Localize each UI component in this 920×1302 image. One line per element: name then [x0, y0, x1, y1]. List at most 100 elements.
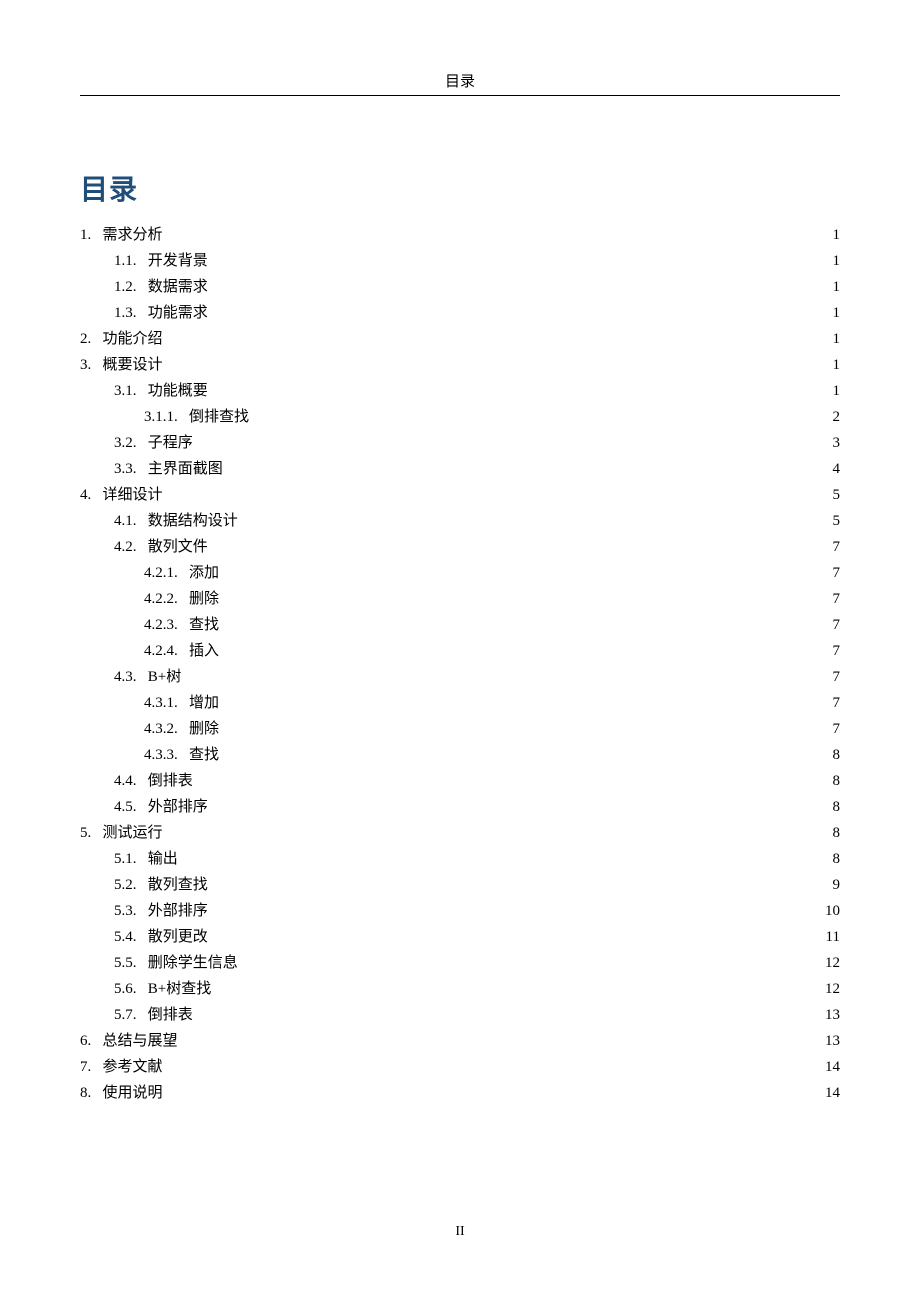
toc-entry-title: 外部排序	[148, 795, 208, 819]
toc-entry-title: 散列文件	[148, 535, 208, 559]
header-rule	[80, 95, 840, 96]
toc-entry-number: 4.3.2.	[80, 717, 189, 741]
toc-entry: 7. 参考文献14	[80, 1054, 840, 1080]
toc-entry: 3. 概要设计1	[80, 352, 840, 378]
toc-entry-number: 4.3.3.	[80, 743, 189, 767]
toc-entry: 4. 详细设计5	[80, 482, 840, 508]
toc-entry-title: 功能需求	[148, 301, 208, 325]
toc-entry-title: 开发背景	[148, 249, 208, 273]
toc-entry-page: 7	[816, 717, 840, 741]
toc-entry-page: 12	[816, 951, 840, 975]
toc-entry: 4.3. B+树7	[80, 664, 840, 690]
toc-entry-page: 1	[816, 379, 840, 403]
toc-entry: 1.3. 功能需求1	[80, 300, 840, 326]
toc-entry-page: 13	[816, 1029, 840, 1053]
toc-entry-title: 数据结构设计	[148, 509, 238, 533]
toc-entry: 5. 测试运行8	[80, 820, 840, 846]
toc-entry-number: 5.7.	[80, 1003, 148, 1027]
toc-entry-title: B+树查找	[148, 977, 211, 1001]
toc-entry-title: 删除	[189, 717, 219, 741]
document-page: 目录 目录 1. 需求分析11.1. 开发背景11.2. 数据需求11.3. 功…	[0, 0, 920, 1166]
toc-entry-number: 2.	[80, 327, 103, 351]
toc-entry-number: 5.4.	[80, 925, 148, 949]
toc-entry-page: 11	[816, 925, 840, 949]
toc-entry-number: 4.2.2.	[80, 587, 189, 611]
toc-entry-title: 参考文献	[103, 1055, 163, 1079]
toc-entry-page: 7	[816, 691, 840, 715]
toc-entry-page: 2	[816, 405, 840, 429]
toc-entry: 5.6. B+树查找12	[80, 976, 840, 1002]
toc-entry-page: 1	[816, 275, 840, 299]
toc-entry-number: 4.5.	[80, 795, 148, 819]
toc-entry: 3.2. 子程序 3	[80, 430, 840, 456]
toc-entry: 1.2. 数据需求1	[80, 274, 840, 300]
toc-entry-title: 添加	[189, 561, 219, 585]
toc-entry-number: 5.5.	[80, 951, 148, 975]
toc-entry-number: 4.1.	[80, 509, 148, 533]
toc-entry-title: 子程序	[148, 431, 193, 455]
toc-entry: 3.1.1. 倒排查找2	[80, 404, 840, 430]
toc-entry-number: 4.3.1.	[80, 691, 189, 715]
toc-entry-number: 3.1.	[80, 379, 148, 403]
toc-entry-title: 倒排表	[148, 1003, 193, 1027]
toc-entry-title: 输出	[148, 847, 178, 871]
toc-entry-title: 删除	[189, 587, 219, 611]
toc-entry-page: 8	[816, 743, 840, 767]
toc-entry: 3.1. 功能概要 1	[80, 378, 840, 404]
toc-entry-title: 散列查找	[148, 873, 208, 897]
toc-entry: 6. 总结与展望 13	[80, 1028, 840, 1054]
toc-entry-number: 1.3.	[80, 301, 148, 325]
toc-entry-page: 7	[816, 639, 840, 663]
toc-entry-title: 功能概要	[148, 379, 208, 403]
toc-entry-page: 7	[816, 613, 840, 637]
toc-entry: 5.7. 倒排表 13	[80, 1002, 840, 1028]
toc-entry-title: 外部排序	[148, 899, 208, 923]
toc-entry-page: 8	[816, 795, 840, 819]
toc-entry-number: 4.	[80, 483, 103, 507]
toc-entry-page: 8	[816, 769, 840, 793]
toc-entry-page: 12	[816, 977, 840, 1001]
toc-entry-title: 插入	[189, 639, 219, 663]
toc-entry: 4.1. 数据结构设计5	[80, 508, 840, 534]
toc-entry-page: 7	[816, 561, 840, 585]
toc-entry: 5.2. 散列查找9	[80, 872, 840, 898]
toc-list: 1. 需求分析11.1. 开发背景11.2. 数据需求11.3. 功能需求12.…	[80, 222, 840, 1106]
toc-entry-number: 3.1.1.	[80, 405, 189, 429]
toc-entry: 3.3. 主界面截图4	[80, 456, 840, 482]
toc-entry-number: 5.	[80, 821, 103, 845]
toc-entry-number: 8.	[80, 1081, 103, 1105]
toc-entry-title: 总结与展望	[103, 1029, 178, 1053]
toc-entry-page: 13	[816, 1003, 840, 1027]
toc-entry-number: 4.2.	[80, 535, 148, 559]
toc-entry: 4.5. 外部排序 8	[80, 794, 840, 820]
toc-entry-title: 功能介绍	[103, 327, 163, 351]
toc-entry-page: 1	[816, 327, 840, 351]
toc-entry-title: B+树	[148, 665, 181, 689]
toc-entry-page: 7	[816, 665, 840, 689]
toc-entry: 1.1. 开发背景1	[80, 248, 840, 274]
toc-entry-number: 6.	[80, 1029, 103, 1053]
toc-entry: 4.2. 散列文件7	[80, 534, 840, 560]
toc-entry-page: 14	[816, 1055, 840, 1079]
toc-entry: 2. 功能介绍 1	[80, 326, 840, 352]
toc-entry-number: 3.2.	[80, 431, 148, 455]
toc-entry-page: 4	[816, 457, 840, 481]
toc-entry-title: 查找	[189, 743, 219, 767]
toc-entry-page: 3	[816, 431, 840, 455]
toc-entry-number: 1.2.	[80, 275, 148, 299]
toc-entry-number: 1.1.	[80, 249, 148, 273]
toc-entry: 5.1. 输出8	[80, 846, 840, 872]
toc-entry-title: 主界面截图	[148, 457, 223, 481]
toc-entry: 5.4. 散列更改11	[80, 924, 840, 950]
toc-entry-title: 增加	[189, 691, 219, 715]
toc-entry: 4.3.2. 删除 7	[80, 716, 840, 742]
toc-entry-page: 9	[816, 873, 840, 897]
toc-entry: 4.2.3. 查找7	[80, 612, 840, 638]
toc-entry-number: 4.2.4.	[80, 639, 189, 663]
toc-entry-page: 1	[816, 223, 840, 247]
toc-entry: 4.3.1. 增加 7	[80, 690, 840, 716]
toc-entry-page: 14	[816, 1081, 840, 1105]
toc-entry: 4.2.1. 添加7	[80, 560, 840, 586]
toc-entry-number: 3.	[80, 353, 103, 377]
toc-entry-title: 详细设计	[103, 483, 163, 507]
